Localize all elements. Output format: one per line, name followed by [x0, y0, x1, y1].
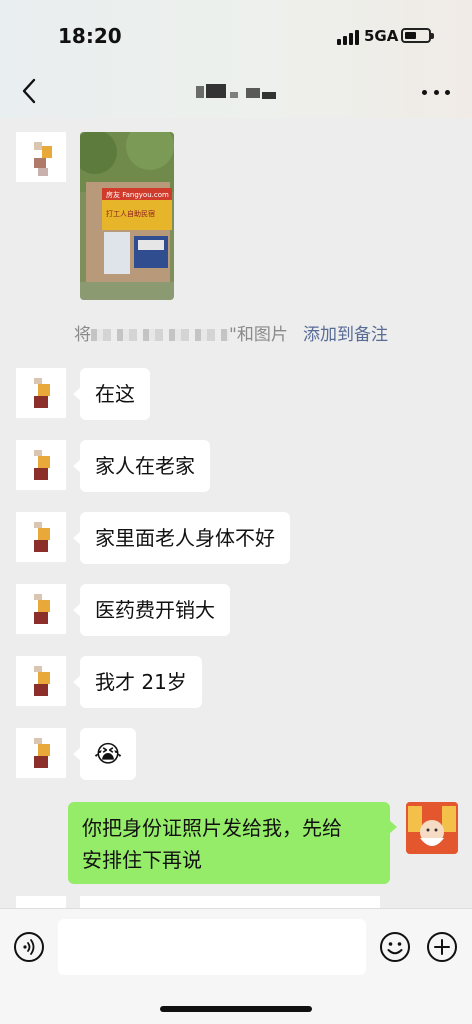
contact-name-blurred: [196, 82, 278, 100]
image-message[interactable]: 房友 Fangyou.com 打工人自助民宿: [80, 132, 174, 300]
status-time: 18:20: [58, 24, 122, 48]
system-notice-suffix: "和图片: [229, 325, 288, 345]
voice-icon[interactable]: [13, 931, 45, 963]
system-notice: 将 "和图片: [74, 320, 288, 345]
avatar[interactable]: [16, 512, 66, 562]
cartoon-avatar-image: [406, 802, 458, 854]
network-label: 5GA: [364, 27, 399, 45]
sign-subtext: 打工人自助民宿: [106, 209, 155, 218]
outgoing-message-bubble[interactable]: 你把身份证照片发给我，先给 安排住下再说: [68, 802, 397, 884]
avatar[interactable]: [16, 132, 66, 182]
message-bubble[interactable]: 医药费开销大: [73, 584, 230, 636]
avatar[interactable]: [16, 440, 66, 490]
my-avatar[interactable]: [406, 802, 458, 854]
signal-icon: [337, 29, 359, 45]
chevron-left-icon[interactable]: [18, 76, 44, 106]
add-remark-link[interactable]: 添加到备注: [303, 320, 388, 345]
plus-icon[interactable]: [426, 931, 458, 963]
outgoing-line-1: 你把身份证照片发给我，先给: [82, 816, 342, 840]
emoji-message[interactable]: 😭: [72, 728, 137, 780]
battery-icon: [401, 28, 434, 43]
avatar[interactable]: [16, 584, 66, 634]
building-photo: 房友 Fangyou.com 打工人自助民宿: [80, 132, 174, 300]
status-bar: 18:20 5GA: [0, 0, 472, 68]
emoji-icon[interactable]: [379, 931, 411, 963]
message-bubble[interactable]: 家人在老家: [73, 440, 210, 492]
blurred-text: [91, 329, 229, 341]
home-indicator: [160, 1006, 312, 1012]
avatar[interactable]: [16, 656, 66, 706]
more-dots-icon[interactable]: [422, 88, 450, 96]
avatar[interactable]: [16, 728, 66, 778]
sign-text: 房友 Fangyou.com: [106, 190, 169, 199]
outgoing-line-2: 安排住下再说: [82, 848, 202, 872]
message-bubble[interactable]: 我才 21岁: [73, 656, 202, 708]
chat-header: [0, 68, 472, 118]
system-notice-prefix: 将: [74, 325, 91, 345]
message-input[interactable]: [58, 919, 366, 975]
avatar[interactable]: [16, 368, 66, 418]
message-bubble[interactable]: 家里面老人身体不好: [73, 512, 290, 564]
message-bubble[interactable]: 在这: [73, 368, 150, 420]
